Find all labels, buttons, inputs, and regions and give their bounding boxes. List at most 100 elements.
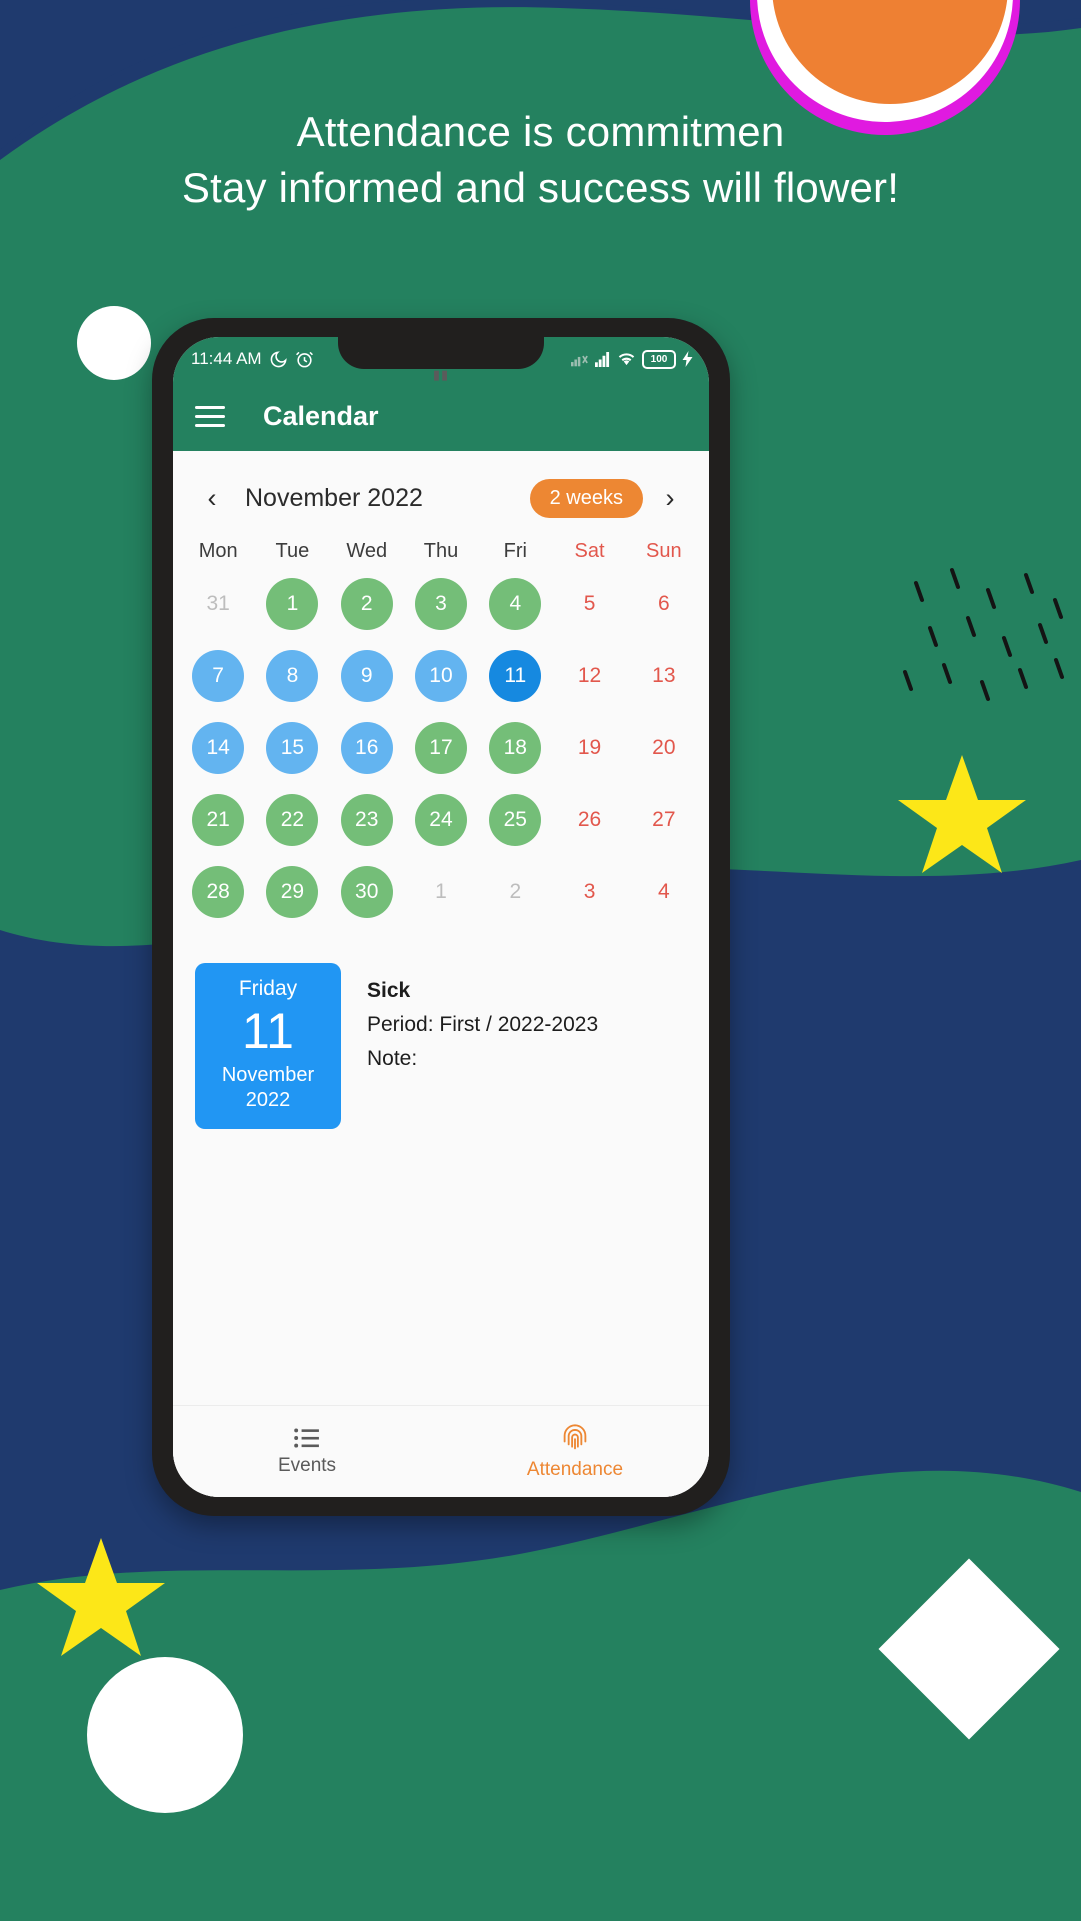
day-16[interactable]: 16 <box>340 722 393 774</box>
phone-notch <box>338 337 544 369</box>
day-23[interactable]: 23 <box>340 794 393 846</box>
day-30[interactable]: 30 <box>340 866 393 918</box>
calendar-cell[interactable]: 31 <box>181 573 255 635</box>
day-19[interactable]: 19 <box>564 722 616 774</box>
day-10[interactable]: 10 <box>414 650 467 702</box>
calendar-cell[interactable]: 2 <box>478 861 552 923</box>
event-note: Note: <box>367 1047 418 1070</box>
calendar-cell[interactable]: 1 <box>404 861 478 923</box>
calendar-cell[interactable]: 12 <box>552 645 626 707</box>
detail-year: 2022 <box>245 1089 291 1111</box>
calendar-cell[interactable]: 7 <box>181 645 255 707</box>
calendar-cell[interactable]: 24 <box>404 789 478 851</box>
day-29[interactable]: 29 <box>266 866 319 918</box>
calendar-week-row: 21 22 23 24 25 26 27 <box>173 789 709 851</box>
calendar-cell[interactable]: 27 <box>627 789 701 851</box>
day-31[interactable]: 31 <box>192 578 244 630</box>
app-bar: Calendar <box>173 381 709 451</box>
day-1[interactable]: 1 <box>415 866 467 918</box>
day-8[interactable]: 8 <box>266 650 319 702</box>
calendar-cell[interactable]: 5 <box>552 573 626 635</box>
calendar-cell[interactable]: 21 <box>181 789 255 851</box>
day-27[interactable]: 27 <box>638 794 690 846</box>
day-12[interactable]: 12 <box>564 650 616 702</box>
hamburger-menu-icon[interactable] <box>195 405 225 427</box>
nav-item-attendance[interactable]: Attendance <box>441 1406 709 1497</box>
day-28[interactable]: 28 <box>192 866 245 918</box>
day-11-selected[interactable]: 11 <box>489 650 542 702</box>
nav-attendance-label: Attendance <box>526 1458 624 1480</box>
calendar-week-row: 31 1 2 3 4 5 6 <box>173 573 709 635</box>
day-7[interactable]: 7 <box>192 650 245 702</box>
calendar-cell[interactable]: 4 <box>627 861 701 923</box>
event-detail: Friday 11 November 2022 Sick Period: Fir… <box>173 923 709 1129</box>
calendar-cell[interactable]: 6 <box>627 573 701 635</box>
calendar-cell[interactable]: 2 <box>330 573 404 635</box>
moon-icon <box>270 350 287 367</box>
calendar-cell[interactable]: 23 <box>330 789 404 851</box>
calendar-cell[interactable]: 4 <box>478 573 552 635</box>
day-22[interactable]: 22 <box>266 794 319 846</box>
day-6[interactable]: 6 <box>638 578 690 630</box>
calendar-grid: 31 1 2 3 4 5 6 7 8 9 10 11 12 13 14 15 16 17 18 19 20 21 22 23 2… <box>173 573 709 923</box>
calendar-cell[interactable]: 26 <box>552 789 626 851</box>
day-17[interactable]: 17 <box>414 722 467 774</box>
chevron-right-icon[interactable]: › <box>653 485 687 512</box>
range-badge[interactable]: 2 weeks <box>529 479 643 518</box>
calendar-cell[interactable]: 20 <box>627 717 701 779</box>
detail-day: 11 <box>242 1003 294 1059</box>
day-13[interactable]: 13 <box>638 650 690 702</box>
month-navigation: ‹ November 2022 2 weeks › <box>173 451 709 524</box>
charging-bolt-icon <box>682 351 693 367</box>
headline-line-1: Attendance is commitmen <box>296 108 785 155</box>
calendar-cell[interactable]: 8 <box>255 645 329 707</box>
nav-item-events[interactable]: Events <box>173 1406 441 1497</box>
calendar-cell[interactable]: 11 <box>478 645 552 707</box>
day-20[interactable]: 20 <box>638 722 690 774</box>
day-9[interactable]: 9 <box>340 650 393 702</box>
chevron-left-icon[interactable]: ‹ <box>195 485 229 512</box>
day-3[interactable]: 3 <box>414 578 467 630</box>
weekday-header-thu: Thu <box>423 540 459 562</box>
weekday-header-wed: Wed <box>346 540 388 562</box>
status-bar: ▮▮ 11:44 AM 100 <box>173 337 709 382</box>
day-24[interactable]: 24 <box>414 794 467 846</box>
calendar-cell[interactable]: 19 <box>552 717 626 779</box>
event-status: Sick <box>367 979 411 1002</box>
day-4[interactable]: 4 <box>489 578 542 630</box>
calendar-cell[interactable]: 1 <box>255 573 329 635</box>
day-21[interactable]: 21 <box>192 794 245 846</box>
calendar-cell[interactable]: 15 <box>255 717 329 779</box>
day-2[interactable]: 2 <box>340 578 393 630</box>
day-15[interactable]: 15 <box>266 722 319 774</box>
day-14[interactable]: 14 <box>192 722 245 774</box>
calendar-cell[interactable]: 18 <box>478 717 552 779</box>
day-26[interactable]: 26 <box>564 794 616 846</box>
headline-line-2: Stay informed and success will flower! <box>181 164 900 211</box>
day-2[interactable]: 2 <box>489 866 541 918</box>
calendar-cell[interactable]: 16 <box>330 717 404 779</box>
day-25[interactable]: 25 <box>489 794 542 846</box>
calendar-cell[interactable]: 17 <box>404 717 478 779</box>
day-3[interactable]: 3 <box>564 866 616 918</box>
day-1[interactable]: 1 <box>266 578 319 630</box>
calendar-cell[interactable]: 28 <box>181 861 255 923</box>
calendar-cell[interactable]: 14 <box>181 717 255 779</box>
weekday-header-fri: Fri <box>503 540 527 562</box>
calendar-cell[interactable]: 22 <box>255 789 329 851</box>
alarm-icon <box>295 351 313 367</box>
calendar-cell[interactable]: 9 <box>330 645 404 707</box>
calendar-cell[interactable]: 13 <box>627 645 701 707</box>
day-18[interactable]: 18 <box>489 722 542 774</box>
calendar-cell[interactable]: 3 <box>404 573 478 635</box>
calendar-week-row: 7 8 9 10 11 12 13 <box>173 645 709 707</box>
calendar-cell[interactable]: 3 <box>552 861 626 923</box>
calendar-cell[interactable]: 29 <box>255 861 329 923</box>
day-4[interactable]: 4 <box>638 866 690 918</box>
event-period: Period: First / 2022-2023 <box>367 1013 599 1036</box>
calendar-cell[interactable]: 10 <box>404 645 478 707</box>
calendar-cell[interactable]: 25 <box>478 789 552 851</box>
calendar-cell[interactable]: 30 <box>330 861 404 923</box>
day-5[interactable]: 5 <box>564 578 616 630</box>
calendar-week-row: 28 29 30 1 2 3 4 <box>173 861 709 923</box>
